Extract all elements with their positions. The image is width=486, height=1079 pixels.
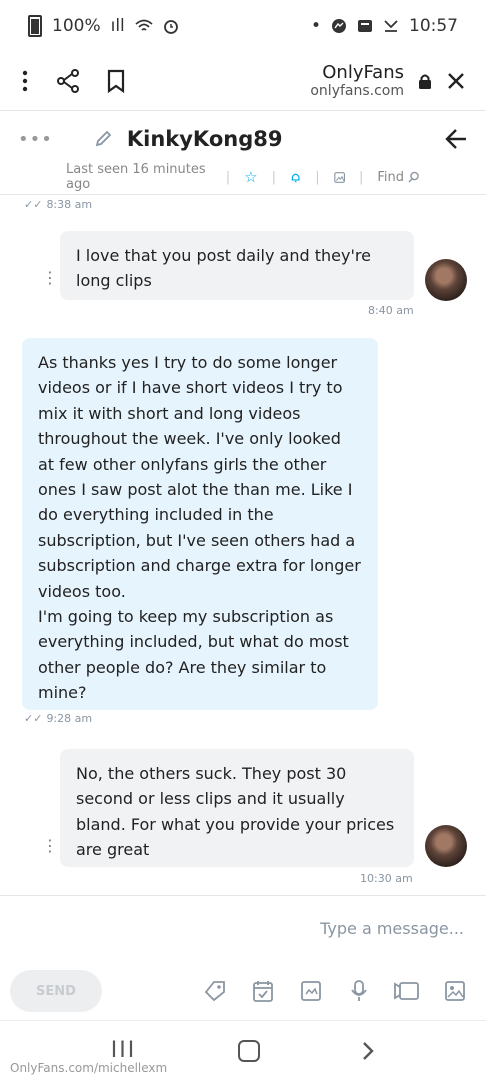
message-options-icon[interactable]: ⋮ xyxy=(42,836,58,855)
site-name: OnlyFans xyxy=(322,61,404,83)
edit-icon[interactable] xyxy=(93,129,113,149)
separator: | xyxy=(358,169,364,185)
chat-username: KinkyKong89 xyxy=(126,127,283,151)
status-bar: 100% ıll • 10:57 xyxy=(0,0,486,52)
home-icon[interactable] xyxy=(237,1039,260,1062)
find-label: Find xyxy=(377,169,404,185)
recent-apps-icon[interactable]: III xyxy=(111,1038,136,1063)
video-icon[interactable] xyxy=(394,978,420,1004)
separator: | xyxy=(315,169,320,185)
message-timestamp: 10:30 am xyxy=(360,872,413,885)
vault-icon[interactable] xyxy=(298,978,324,1004)
battery-icon xyxy=(28,15,42,37)
close-icon[interactable] xyxy=(446,71,466,91)
divider xyxy=(0,895,486,896)
share-icon[interactable] xyxy=(56,69,80,93)
wifi-icon xyxy=(135,19,153,31)
back-arrow-icon[interactable] xyxy=(444,128,468,150)
signal-icon: ıll xyxy=(110,16,125,36)
separator: | xyxy=(225,169,231,185)
image-icon[interactable] xyxy=(333,171,345,184)
bell-icon[interactable] xyxy=(290,171,301,184)
avatar[interactable] xyxy=(425,259,467,301)
read-check-icon: ✓✓ xyxy=(24,198,43,211)
chat-meta: Last seen 16 minutes ago | ☆ | | | Find xyxy=(0,162,486,192)
star-icon[interactable]: ☆ xyxy=(244,168,257,186)
news-icon xyxy=(358,20,372,32)
missed-call-icon xyxy=(384,20,398,32)
avatar[interactable] xyxy=(425,825,467,867)
message-options-icon[interactable]: ⋮ xyxy=(42,268,58,287)
message-timestamp: 8:40 am xyxy=(368,304,414,317)
more-options-icon[interactable] xyxy=(20,70,30,92)
message-timestamp: ✓✓ 9:28 am xyxy=(24,712,93,725)
watermark: OnlyFans.com/michellexm xyxy=(10,1061,168,1075)
browser-bar: OnlyFans onlyfans.com xyxy=(0,52,486,110)
microphone-icon[interactable] xyxy=(346,978,372,1004)
back-icon[interactable] xyxy=(361,1041,375,1061)
alarm-icon xyxy=(163,20,178,34)
message-bubble-incoming: I love that you post daily and they're l… xyxy=(60,231,414,300)
divider xyxy=(0,110,486,111)
read-check-icon: ✓✓ xyxy=(24,712,43,725)
dot-icon: • xyxy=(310,16,321,36)
search-icon xyxy=(408,171,419,183)
composer-toolbar: SEND xyxy=(0,966,486,1016)
find-button[interactable]: Find xyxy=(377,170,420,185)
more-icon[interactable]: ••• xyxy=(18,129,53,150)
image-upload-icon[interactable] xyxy=(442,978,468,1004)
message-bubble-incoming: No, the others suck. They post 30 second… xyxy=(60,749,414,867)
message-input[interactable] xyxy=(162,917,466,939)
price-tag-icon[interactable] xyxy=(202,978,228,1004)
battery-percent: 100% xyxy=(52,16,101,36)
messenger-icon xyxy=(332,19,346,33)
message-bubble-outgoing: As thanks yes I try to do some longer vi… xyxy=(22,338,378,710)
divider xyxy=(0,1020,486,1021)
chat-header: ••• KinkyKong89 xyxy=(0,118,486,160)
lock-icon xyxy=(419,74,431,89)
site-domain: onlyfans.com xyxy=(310,83,404,100)
clock-time: 10:57 xyxy=(409,16,458,36)
bookmark-icon[interactable] xyxy=(106,69,126,93)
composer xyxy=(0,908,486,948)
calendar-icon[interactable] xyxy=(250,978,276,1004)
send-button[interactable]: SEND xyxy=(10,970,102,1012)
separator: | xyxy=(271,169,277,185)
divider xyxy=(0,194,486,195)
message-timestamp: ✓✓ 8:38 am xyxy=(24,198,93,211)
last-seen-text: Last seen 16 minutes ago xyxy=(66,162,206,192)
